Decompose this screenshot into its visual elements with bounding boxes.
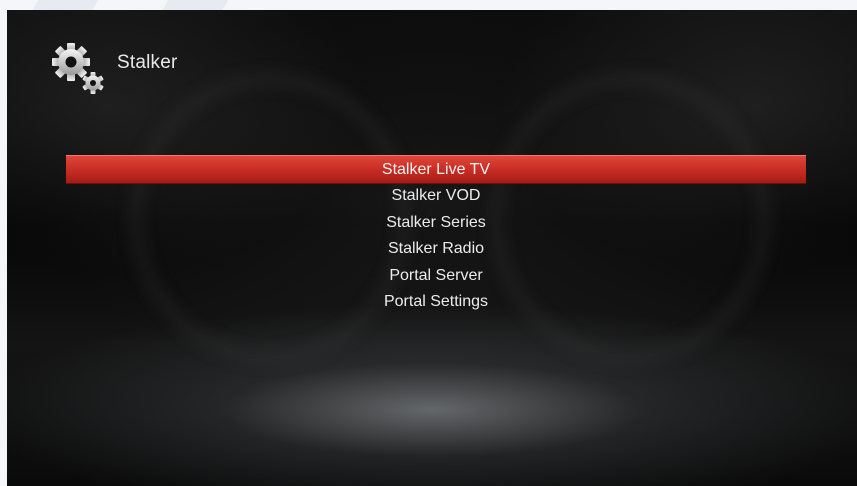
page-frame: Stalker Stalker Live TV Stalker VOD Stal…	[0, 0, 857, 486]
menu-item-stalker-live-tv[interactable]: Stalker Live TV	[66, 155, 806, 184]
menu-item-portal-settings[interactable]: Portal Settings	[66, 287, 806, 316]
menu-item-stalker-series[interactable]: Stalker Series	[66, 208, 806, 237]
page-title: Stalker	[117, 52, 178, 73]
menu-item-stalker-vod[interactable]: Stalker VOD	[66, 181, 806, 210]
menu-item-stalker-radio[interactable]: Stalker Radio	[66, 234, 806, 263]
menu-item-portal-server[interactable]: Portal Server	[66, 261, 806, 290]
gears-icon	[51, 40, 111, 96]
stalker-menu: Stalker Live TV Stalker VOD Stalker Seri…	[66, 155, 806, 313]
page-header: Stalker	[51, 38, 178, 98]
tv-screen: Stalker Stalker Live TV Stalker VOD Stal…	[7, 10, 857, 486]
